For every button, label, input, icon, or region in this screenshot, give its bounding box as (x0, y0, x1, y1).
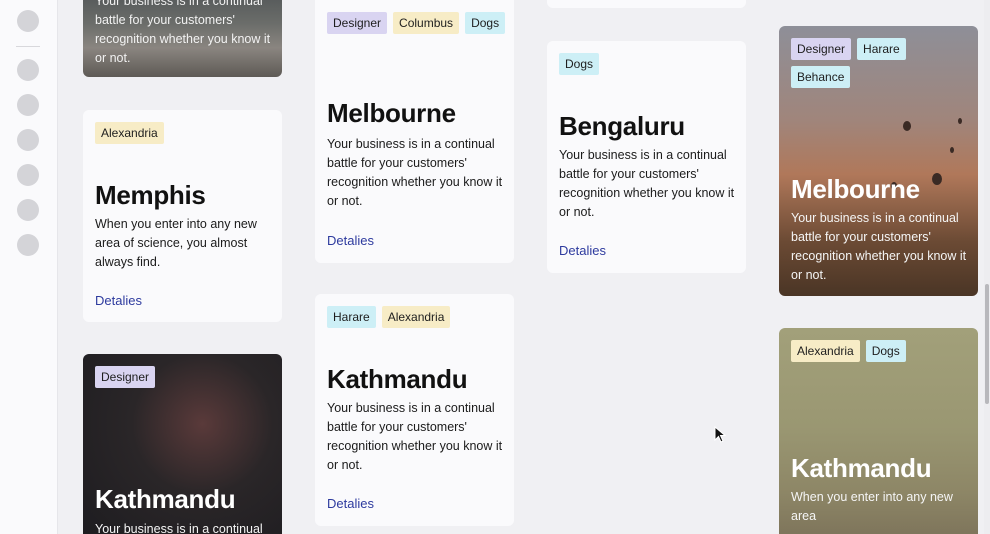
tag-designer[interactable]: Designer (791, 38, 852, 60)
card-melbourne[interactable]: Designer Columbus Dogs Melbourne Your bu… (315, 0, 514, 263)
card-description: Your business is in a continual battle f… (327, 137, 503, 208)
card-title: Melbourne (791, 174, 920, 204)
card-description: When you enter into any new area of scie… (95, 217, 257, 269)
card-title: Bengaluru (559, 111, 685, 141)
card-kathmandu[interactable]: Harare Alexandria Kathmandu Your busines… (315, 294, 514, 526)
card-image-top[interactable]: Your business is in a continual battle f… (83, 0, 282, 77)
card-image-kathmandu-2[interactable]: Alexandria Dogs Kathmandu When you enter… (779, 328, 978, 534)
tag-harare[interactable]: Harare (857, 38, 906, 60)
details-link[interactable]: Detalies (327, 233, 374, 248)
sidebar-item-1[interactable] (17, 59, 39, 81)
tag-designer[interactable]: Designer (327, 12, 388, 34)
details-link[interactable]: Detalies (559, 243, 606, 258)
card-description: Your business is in a continual battle f… (327, 401, 503, 472)
card-image-kathmandu[interactable]: Designer Kathmandu Your business is in a… (83, 354, 282, 534)
tag-dogs[interactable]: Dogs (465, 12, 506, 34)
card-description: Your business is in a continual (95, 522, 263, 534)
tag-dogs[interactable]: Dogs (559, 53, 600, 75)
card-title: Kathmandu (791, 453, 932, 483)
card-memphis[interactable]: Alexandria Memphis When you enter into a… (83, 110, 282, 322)
sidebar-item-3[interactable] (17, 129, 39, 151)
sidebar-divider (16, 46, 40, 47)
tag-alexandria[interactable]: Alexandria (791, 340, 860, 362)
sidebar-item-4[interactable] (17, 164, 39, 186)
card-description: Your business is in a continual battle f… (559, 148, 735, 219)
details-link[interactable]: Detalies (327, 496, 374, 511)
card-image-melbourne[interactable]: Designer Harare Behance Melbourne Your b… (779, 26, 978, 296)
scrollbar-track[interactable] (984, 0, 990, 534)
card-bengaluru[interactable]: Dogs Bengaluru Your business is in a con… (547, 41, 746, 273)
card-description: Your business is in a continual battle f… (95, 0, 271, 65)
card-title: Kathmandu (327, 364, 468, 394)
sidebar-item-2[interactable] (17, 94, 39, 116)
card-title: Memphis (95, 180, 206, 210)
tag-designer[interactable]: Designer (95, 366, 156, 388)
card-description: When you enter into any new area (791, 490, 953, 523)
sidebar-item-5[interactable] (17, 199, 39, 221)
details-link[interactable]: Detalies (95, 293, 142, 308)
tag-dogs[interactable]: Dogs (865, 340, 906, 362)
card-title: Melbourne (327, 98, 456, 128)
tag-behance[interactable]: Behance (791, 66, 851, 88)
card-title: Kathmandu (95, 484, 236, 514)
card-description: Your business is in a continual battle f… (791, 211, 967, 282)
mouse-cursor-icon (714, 426, 727, 443)
tag-columbus[interactable]: Columbus (393, 12, 460, 34)
sidebar-item-6[interactable] (17, 234, 39, 256)
sidebar (0, 0, 58, 534)
tag-alexandria[interactable]: Alexandria (381, 306, 451, 328)
card-top-partial[interactable] (547, 0, 746, 8)
tag-harare[interactable]: Harare (327, 306, 376, 328)
sidebar-avatar[interactable] (17, 10, 39, 32)
scrollbar-thumb[interactable] (985, 284, 989, 404)
tag-alexandria[interactable]: Alexandria (95, 122, 164, 144)
